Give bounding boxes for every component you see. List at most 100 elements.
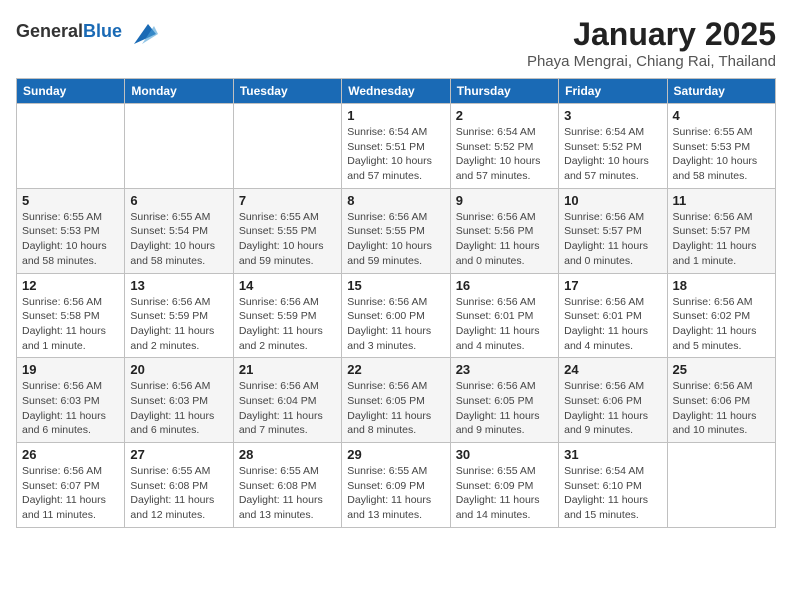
day-number: 18 [673,278,770,293]
title-block: January 2025 Phaya Mengrai, Chiang Rai, … [527,16,776,70]
day-number: 27 [130,447,227,462]
calendar-cell: 3 Sunrise: 6:54 AM Sunset: 5:52 PM Daylig… [559,104,667,189]
calendar-cell: 15 Sunrise: 6:56 AM Sunset: 6:00 PM Dayli… [342,273,450,358]
day-info: Sunrise: 6:54 AM Sunset: 5:52 PM Dayligh… [456,125,553,184]
day-number: 30 [456,447,553,462]
calendar-cell: 16 Sunrise: 6:56 AM Sunset: 6:01 PM Dayli… [450,273,558,358]
day-info: Sunrise: 6:56 AM Sunset: 6:04 PM Dayligh… [239,379,336,438]
calendar-cell: 7 Sunrise: 6:55 AM Sunset: 5:55 PM Daylig… [233,188,341,273]
day-info: Sunrise: 6:56 AM Sunset: 5:55 PM Dayligh… [347,210,444,269]
calendar-cell: 25 Sunrise: 6:56 AM Sunset: 6:06 PM Dayli… [667,358,775,443]
day-info: Sunrise: 6:56 AM Sunset: 6:01 PM Dayligh… [456,295,553,354]
calendar-cell [667,443,775,528]
calendar-cell: 8Sunrise: 6:56 AM Sunset: 5:55 PM Daylig… [342,188,450,273]
day-number: 1 [347,108,444,123]
day-number: 23 [456,362,553,377]
day-number: 31 [564,447,661,462]
day-number: 4 [673,108,770,123]
day-info: Sunrise: 6:56 AM Sunset: 5:59 PM Dayligh… [239,295,336,354]
day-number: 13 [130,278,227,293]
day-info: Sunrise: 6:56 AM Sunset: 6:05 PM Dayligh… [456,379,553,438]
day-info: Sunrise: 6:56 AM Sunset: 6:01 PM Dayligh… [564,295,661,354]
day-info: Sunrise: 6:54 AM Sunset: 5:51 PM Dayligh… [347,125,444,184]
calendar-cell: 13 Sunrise: 6:56 AM Sunset: 5:59 PM Dayli… [125,273,233,358]
calendar-cell: 31Sunrise: 6:54 AM Sunset: 6:10 PM Dayli… [559,443,667,528]
day-number: 22 [347,362,444,377]
day-info: Sunrise: 6:55 AM Sunset: 6:08 PM Dayligh… [130,464,227,523]
day-number: 25 [673,362,770,377]
weekday-header-row: SundayMondayTuesdayWednesdayThursdayFrid… [17,79,776,104]
day-info: Sunrise: 6:55 AM Sunset: 5:53 PM Dayligh… [673,125,770,184]
calendar-cell: 23 Sunrise: 6:56 AM Sunset: 6:05 PM Dayli… [450,358,558,443]
day-number: 7 [239,193,336,208]
day-number: 17 [564,278,661,293]
day-info: Sunrise: 6:56 AM Sunset: 6:06 PM Dayligh… [673,379,770,438]
logo-general-text: General [16,21,83,41]
calendar-cell [233,104,341,189]
weekday-header-wednesday: Wednesday [342,79,450,104]
calendar-cell [17,104,125,189]
day-info: Sunrise: 6:56 AM Sunset: 6:03 PM Dayligh… [130,379,227,438]
calendar-week-1: 1 Sunrise: 6:54 AM Sunset: 5:51 PM Daylig… [17,104,776,189]
calendar-cell [125,104,233,189]
weekday-header-monday: Monday [125,79,233,104]
calendar-cell: 18 Sunrise: 6:56 AM Sunset: 6:02 PM Dayli… [667,273,775,358]
weekday-header-saturday: Saturday [667,79,775,104]
day-info: Sunrise: 6:56 AM Sunset: 5:56 PM Dayligh… [456,210,553,269]
location-title: Phaya Mengrai, Chiang Rai, Thailand [527,53,776,70]
calendar-cell: 6Sunrise: 6:55 AM Sunset: 5:54 PM Daylig… [125,188,233,273]
day-info: Sunrise: 6:54 AM Sunset: 5:52 PM Dayligh… [564,125,661,184]
calendar-cell: 22 Sunrise: 6:56 AM Sunset: 6:05 PM Dayli… [342,358,450,443]
day-number: 6 [130,193,227,208]
day-info: Sunrise: 6:55 AM Sunset: 6:09 PM Dayligh… [456,464,553,523]
calendar-week-4: 19 Sunrise: 6:56 AM Sunset: 6:03 PM Dayli… [17,358,776,443]
calendar-cell: 5Sunrise: 6:55 AM Sunset: 5:53 PM Daylig… [17,188,125,273]
calendar-cell: 24Sunrise: 6:56 AM Sunset: 6:06 PM Dayli… [559,358,667,443]
day-info: Sunrise: 6:55 AM Sunset: 6:09 PM Dayligh… [347,464,444,523]
day-number: 12 [22,278,119,293]
day-number: 9 [456,193,553,208]
day-number: 21 [239,362,336,377]
logo-icon [126,16,158,48]
day-number: 2 [456,108,553,123]
calendar-week-3: 12Sunrise: 6:56 AM Sunset: 5:58 PM Dayli… [17,273,776,358]
calendar-cell: 17 Sunrise: 6:56 AM Sunset: 6:01 PM Dayli… [559,273,667,358]
calendar-cell: 1 Sunrise: 6:54 AM Sunset: 5:51 PM Daylig… [342,104,450,189]
calendar-cell: 12Sunrise: 6:56 AM Sunset: 5:58 PM Dayli… [17,273,125,358]
day-number: 26 [22,447,119,462]
day-info: Sunrise: 6:55 AM Sunset: 5:53 PM Dayligh… [22,210,119,269]
day-number: 15 [347,278,444,293]
day-number: 19 [22,362,119,377]
calendar-cell: 9 Sunrise: 6:56 AM Sunset: 5:56 PM Daylig… [450,188,558,273]
day-info: Sunrise: 6:56 AM Sunset: 5:57 PM Dayligh… [564,210,661,269]
day-info: Sunrise: 6:55 AM Sunset: 6:08 PM Dayligh… [239,464,336,523]
day-number: 20 [130,362,227,377]
calendar-cell: 19 Sunrise: 6:56 AM Sunset: 6:03 PM Dayli… [17,358,125,443]
weekday-header-friday: Friday [559,79,667,104]
calendar-cell: 2 Sunrise: 6:54 AM Sunset: 5:52 PM Daylig… [450,104,558,189]
calendar-cell: 20 Sunrise: 6:56 AM Sunset: 6:03 PM Dayli… [125,358,233,443]
calendar-cell: 27 Sunrise: 6:55 AM Sunset: 6:08 PM Dayli… [125,443,233,528]
calendar-cell: 10Sunrise: 6:56 AM Sunset: 5:57 PM Dayli… [559,188,667,273]
day-info: Sunrise: 6:56 AM Sunset: 5:57 PM Dayligh… [673,210,770,269]
day-number: 24 [564,362,661,377]
calendar-cell: 14 Sunrise: 6:56 AM Sunset: 5:59 PM Dayli… [233,273,341,358]
day-info: Sunrise: 6:56 AM Sunset: 5:59 PM Dayligh… [130,295,227,354]
weekday-header-thursday: Thursday [450,79,558,104]
day-number: 16 [456,278,553,293]
calendar-cell: 29 Sunrise: 6:55 AM Sunset: 6:09 PM Dayli… [342,443,450,528]
day-info: Sunrise: 6:56 AM Sunset: 6:03 PM Dayligh… [22,379,119,438]
weekday-header-sunday: Sunday [17,79,125,104]
calendar-cell: 21 Sunrise: 6:56 AM Sunset: 6:04 PM Dayli… [233,358,341,443]
day-number: 29 [347,447,444,462]
day-number: 14 [239,278,336,293]
calendar-cell: 30 Sunrise: 6:55 AM Sunset: 6:09 PM Dayli… [450,443,558,528]
day-info: Sunrise: 6:56 AM Sunset: 6:07 PM Dayligh… [22,464,119,523]
day-info: Sunrise: 6:56 AM Sunset: 6:02 PM Dayligh… [673,295,770,354]
month-title: January 2025 [527,16,776,53]
day-number: 3 [564,108,661,123]
day-info: Sunrise: 6:55 AM Sunset: 5:55 PM Dayligh… [239,210,336,269]
day-info: Sunrise: 6:56 AM Sunset: 6:05 PM Dayligh… [347,379,444,438]
day-info: Sunrise: 6:56 AM Sunset: 6:00 PM Dayligh… [347,295,444,354]
logo: GeneralBlue [16,16,158,48]
